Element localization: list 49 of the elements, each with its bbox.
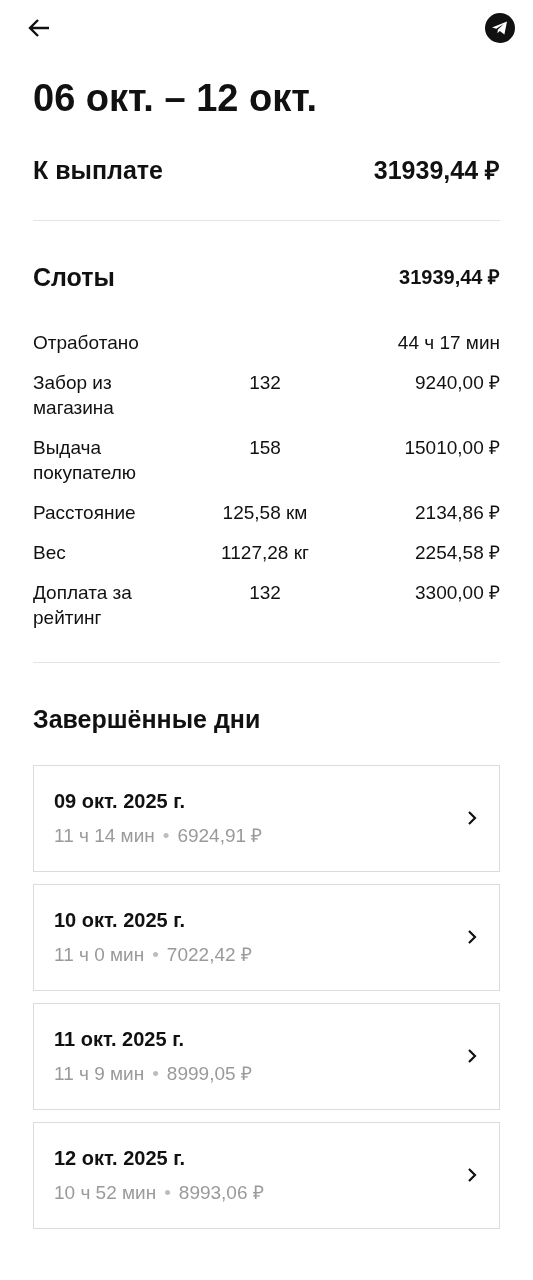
row-amount: 44 ч 17 мин: [396, 331, 500, 355]
separator: •: [152, 1061, 159, 1086]
row-label: Забор из магазина: [33, 371, 115, 420]
row-amount: 9240,00 ₽: [414, 371, 500, 395]
back-icon[interactable]: [27, 18, 51, 38]
day-card[interactable]: 11 окт. 2025 г. 11 ч 9 мин • 8999,05 ₽: [33, 1002, 500, 1110]
row-label: Расстояние: [33, 501, 137, 525]
row-count: 158: [248, 436, 282, 460]
paper-plane-icon[interactable]: [485, 13, 515, 43]
row-label: Вес: [33, 541, 67, 565]
day-duration: 10 ч 52 мин: [54, 1180, 157, 1205]
row-count: 132: [248, 581, 282, 605]
chevron-right-icon: [467, 810, 477, 826]
slots-amount: 31939,44 ₽: [399, 265, 500, 291]
section-title: Слоты: [33, 261, 115, 293]
separator: •: [164, 1180, 171, 1205]
day-card[interactable]: 09 окт. 2025 г. 11 ч 14 мин • 6924,91 ₽: [33, 764, 500, 872]
day-duration: 11 ч 0 мин: [54, 942, 145, 967]
chevron-right-icon: [467, 1167, 477, 1183]
day-date: 09 окт. 2025 г.: [54, 788, 187, 814]
row-amount: 15010,00 ₽: [403, 436, 500, 460]
row-label: Выдача покупателю: [33, 436, 138, 485]
day-amount: 6924,91 ₽: [177, 823, 263, 848]
day-amount: 7022,42 ₽: [166, 942, 252, 967]
section-title: Завершённые дни: [33, 704, 262, 735]
day-duration: 11 ч 9 мин: [54, 1061, 145, 1086]
row-amount: 2134,86 ₽: [414, 501, 500, 525]
row-count: 1127,28 кг: [220, 541, 310, 565]
page-title: 06 окт. – 12 окт.: [33, 76, 319, 121]
day-date: 10 окт. 2025 г.: [54, 907, 187, 933]
chevron-right-icon: [467, 1048, 477, 1064]
chevron-right-icon: [467, 929, 477, 945]
row-count: 125,58 км: [221, 501, 309, 525]
row-count: 132: [248, 371, 282, 395]
row-label: Отработано: [33, 331, 140, 355]
day-date: 11 окт. 2025 г.: [54, 1026, 185, 1052]
separator: •: [152, 942, 159, 967]
separator: •: [162, 823, 170, 848]
row-amount: 3300,00 ₽: [414, 581, 500, 605]
day-card[interactable]: 12 окт. 2025 г. 10 ч 52 мин • 8993,06 ₽: [33, 1121, 500, 1229]
day-card[interactable]: 10 окт. 2025 г. 11 ч 0 мин • 7022,42 ₽: [33, 883, 500, 991]
payout-label: К выплате: [33, 155, 163, 186]
row-amount: 2254,58 ₽: [414, 541, 500, 565]
day-amount: 8993,06 ₽: [178, 1180, 264, 1205]
day-date: 12 окт. 2025 г.: [54, 1145, 187, 1171]
row-label: Доплата за рейтинг: [33, 581, 133, 630]
payout-amount: 31939,44 ₽: [373, 155, 500, 186]
day-amount: 8999,05 ₽: [166, 1061, 252, 1086]
day-duration: 11 ч 14 мин: [54, 823, 155, 848]
